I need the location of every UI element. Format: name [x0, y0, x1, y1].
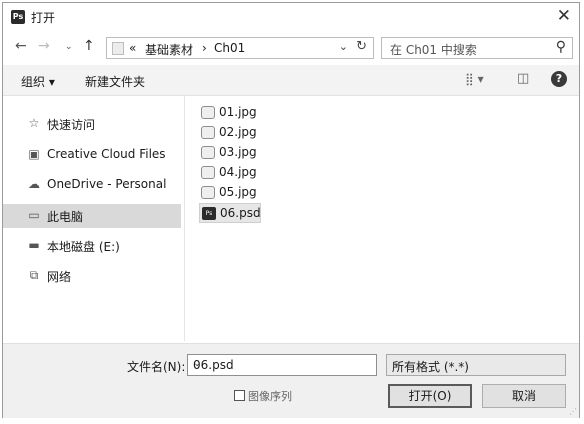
psd-file-icon: Ps	[202, 207, 216, 220]
sidebar-item-label: 本地磁盘 (E:)	[47, 240, 120, 254]
onedrive-icon: ☁	[28, 177, 40, 191]
breadcrumb-overflow[interactable]: «	[129, 41, 136, 55]
address-bar[interactable]: « 基础素材 › Ch01 ⌄ ↻	[106, 37, 374, 59]
help-icon[interactable]: ?	[551, 71, 567, 87]
dialog-title: 打开	[31, 11, 56, 25]
new-folder-button[interactable]: 新建文件夹	[85, 73, 145, 90]
file-name: 04.jpg	[219, 165, 257, 179]
title-bar: Ps 打开 ✕	[3, 3, 579, 31]
sidebar-item-label: 网络	[47, 270, 72, 284]
chevron-down-icon[interactable]: ⌄	[392, 358, 559, 369]
cloud-files-icon: ▣	[28, 147, 40, 161]
refresh-icon[interactable]: ↻	[356, 39, 367, 54]
network-icon: ⧉	[29, 268, 39, 282]
jpg-file-icon	[201, 166, 215, 179]
recent-locations-chevron-icon[interactable]: ⌄	[65, 42, 73, 52]
image-sequence-checkbox[interactable]	[234, 390, 245, 401]
back-arrow-icon[interactable]: ←	[15, 38, 27, 54]
sidebar-item-creative-cloud-files[interactable]: ▣ Creative Cloud Files	[3, 143, 181, 167]
sidebar-item-label: 快速访问	[47, 118, 96, 132]
list-item-selected[interactable]: Ps 06.psd	[199, 203, 261, 223]
star-icon: ☆	[28, 116, 40, 130]
organize-menu-button[interactable]: 组织 ▾	[21, 73, 55, 90]
search-icon[interactable]: ⚲	[556, 39, 566, 55]
sidebar-item-quick-access[interactable]: ☆ 快速访问	[3, 112, 181, 136]
folder-icon	[112, 42, 124, 55]
view-options-icon[interactable]: ⣿ ▾	[465, 72, 484, 86]
sidebar-item-local-disk[interactable]: ▬ 本地磁盘 (E:)	[3, 234, 181, 258]
sidebar-item-this-pc[interactable]: ▭ 此电脑	[3, 204, 181, 228]
navigation-bar: ← → ⌄ ↑ « 基础素材 › Ch01 ⌄ ↻ 在 Ch01 中搜索 ⚲	[3, 35, 579, 61]
sidebar-item-label: OneDrive - Personal	[47, 177, 167, 191]
jpg-file-icon	[201, 186, 215, 199]
jpg-file-icon	[201, 146, 215, 159]
cancel-button[interactable]: 取消	[482, 384, 566, 408]
chevron-right-icon[interactable]: ›	[202, 41, 207, 55]
sidebar-item-network[interactable]: ⧉ 网络	[3, 264, 181, 288]
resize-grip-icon[interactable]: ⋰	[569, 407, 577, 416]
sidebar-item-label: 此电脑	[47, 210, 84, 224]
filename-field[interactable]: 06.psd ⌄	[187, 354, 377, 376]
search-box[interactable]: 在 Ch01 中搜索 ⚲	[381, 37, 573, 59]
toolbar: 组织 ▾ 新建文件夹 ⣿ ▾ ◫ ?	[3, 65, 579, 96]
photoshop-logo-icon: Ps	[11, 10, 25, 24]
address-dropdown-icon[interactable]: ⌄	[339, 40, 348, 53]
chevron-down-icon[interactable]: ⌄	[193, 358, 371, 369]
breadcrumb-item[interactable]: 基础素材	[145, 41, 193, 58]
search-input[interactable]: 在 Ch01 中搜索	[390, 41, 477, 58]
file-name: 01.jpg	[219, 105, 257, 119]
file-name: 05.jpg	[219, 185, 257, 199]
file-type-select[interactable]: 所有格式 (*.*) ⌄	[386, 354, 566, 376]
filename-label: 文件名(N):	[127, 360, 186, 374]
breadcrumb-item[interactable]: Ch01	[214, 41, 245, 55]
preview-pane-icon[interactable]: ◫	[517, 71, 529, 86]
close-icon[interactable]: ✕	[557, 6, 571, 26]
forward-arrow-icon[interactable]: →	[38, 38, 50, 54]
file-name: 03.jpg	[219, 145, 257, 159]
file-name: 06.psd	[220, 206, 261, 220]
jpg-file-icon	[201, 126, 215, 139]
jpg-file-icon	[201, 106, 215, 119]
open-button[interactable]: 打开(O)	[388, 384, 472, 408]
open-file-dialog: Ps 打开 ✕ ← → ⌄ ↑ « 基础素材 › Ch01 ⌄ ↻ 在 Ch01…	[2, 2, 580, 418]
drive-icon: ▬	[28, 238, 40, 252]
dialog-footer: 文件名(N): 06.psd ⌄ 所有格式 (*.*) ⌄ 图像序列 打开(O)…	[3, 343, 579, 418]
pane-divider[interactable]	[184, 96, 185, 341]
navigation-pane: ☆ 快速访问 ▣ Creative Cloud Files ☁ OneDrive…	[3, 96, 181, 341]
monitor-icon: ▭	[28, 208, 40, 222]
up-arrow-icon[interactable]: ↑	[83, 38, 95, 54]
image-sequence-label[interactable]: 图像序列	[248, 388, 292, 404]
sidebar-item-label: Creative Cloud Files	[47, 147, 166, 161]
file-name: 02.jpg	[219, 125, 257, 139]
sidebar-item-onedrive[interactable]: ☁ OneDrive - Personal	[3, 173, 181, 197]
